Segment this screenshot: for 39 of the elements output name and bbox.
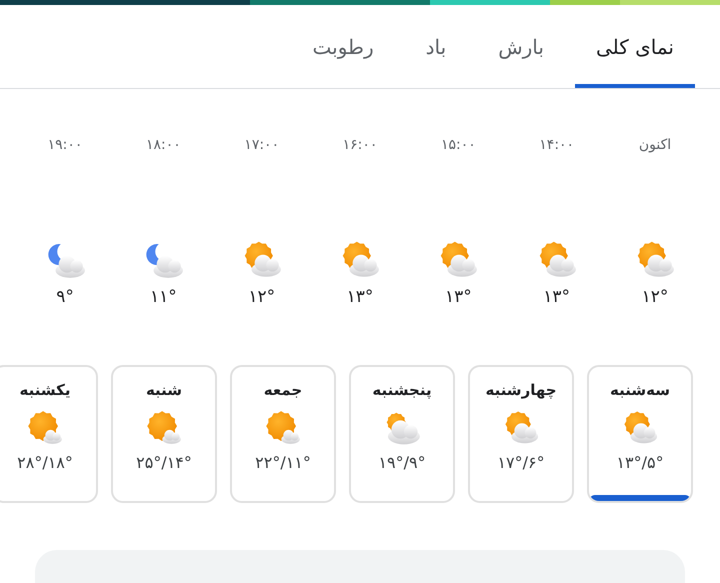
- day-name: جمعه: [264, 381, 302, 399]
- sun-cloud-icon: [26, 409, 64, 447]
- day-name: سه‌شنبه: [610, 381, 670, 399]
- sun-cloud-icon: [264, 409, 302, 447]
- sun-cloud-icon: [145, 409, 183, 447]
- temperature: ۱۲°: [248, 287, 276, 307]
- day-name: پنجشنبه: [372, 381, 432, 399]
- temperature-range: ۲۲°/۱۱°: [255, 453, 311, 472]
- hour-label: ۱۶:۰۰: [342, 137, 378, 155]
- hour-label: اکنون: [638, 137, 672, 155]
- day-card[interactable]: پنجشنبه ۱۹°/۹°: [349, 365, 455, 503]
- temperature: ۱۱°: [150, 287, 177, 307]
- hour-label: ۱۸:۰۰: [146, 137, 181, 155]
- temperature-range: ۱۷°/۶°: [497, 453, 545, 472]
- temperature: ۹°: [56, 287, 74, 307]
- tab[interactable]: رطوبت: [292, 5, 395, 88]
- day-card[interactable]: شنبه ۲۵°/۱۴°: [111, 365, 217, 503]
- hour-label: ۱۴:۰۰: [539, 137, 574, 155]
- hour-label: ۱۹:۰۰: [48, 137, 82, 155]
- hour-label: ۱۵:۰۰: [440, 137, 476, 155]
- day-name: شنبه: [146, 381, 182, 399]
- temperature-range: ۱۹°/۹°: [378, 453, 426, 472]
- day-card[interactable]: جمعه ۲۲°/۱۱°: [230, 365, 336, 503]
- day-card[interactable]: چهارشنبه ۱۷°/۶°: [468, 365, 574, 503]
- day-name: چهارشنبه: [485, 381, 557, 399]
- hour-label: ۱۷:۰۰: [244, 137, 280, 155]
- tab[interactable]: بارش: [477, 5, 565, 88]
- tab[interactable]: نمای کلی: [574, 5, 695, 88]
- temperature: ۱۳°: [346, 287, 374, 307]
- day-name: یکشنبه: [20, 381, 70, 399]
- temperature: ۱۳°: [444, 287, 472, 307]
- temperature: ۱۲°: [642, 287, 668, 307]
- temperature-range: ۲۸°/۱۸°: [17, 453, 73, 472]
- temperature: ۱۳°: [543, 287, 570, 307]
- day-card[interactable]: یکشنبه ۲۸°/۱۸°: [0, 365, 98, 503]
- tab[interactable]: باد: [404, 5, 468, 88]
- temperature-range: ۲۵°/۱۴°: [136, 453, 192, 472]
- temperature-range: ۱۳°/۵°: [616, 453, 664, 472]
- day-card[interactable]: سه‌شنبه ۱۳°/۵°: [587, 365, 693, 503]
